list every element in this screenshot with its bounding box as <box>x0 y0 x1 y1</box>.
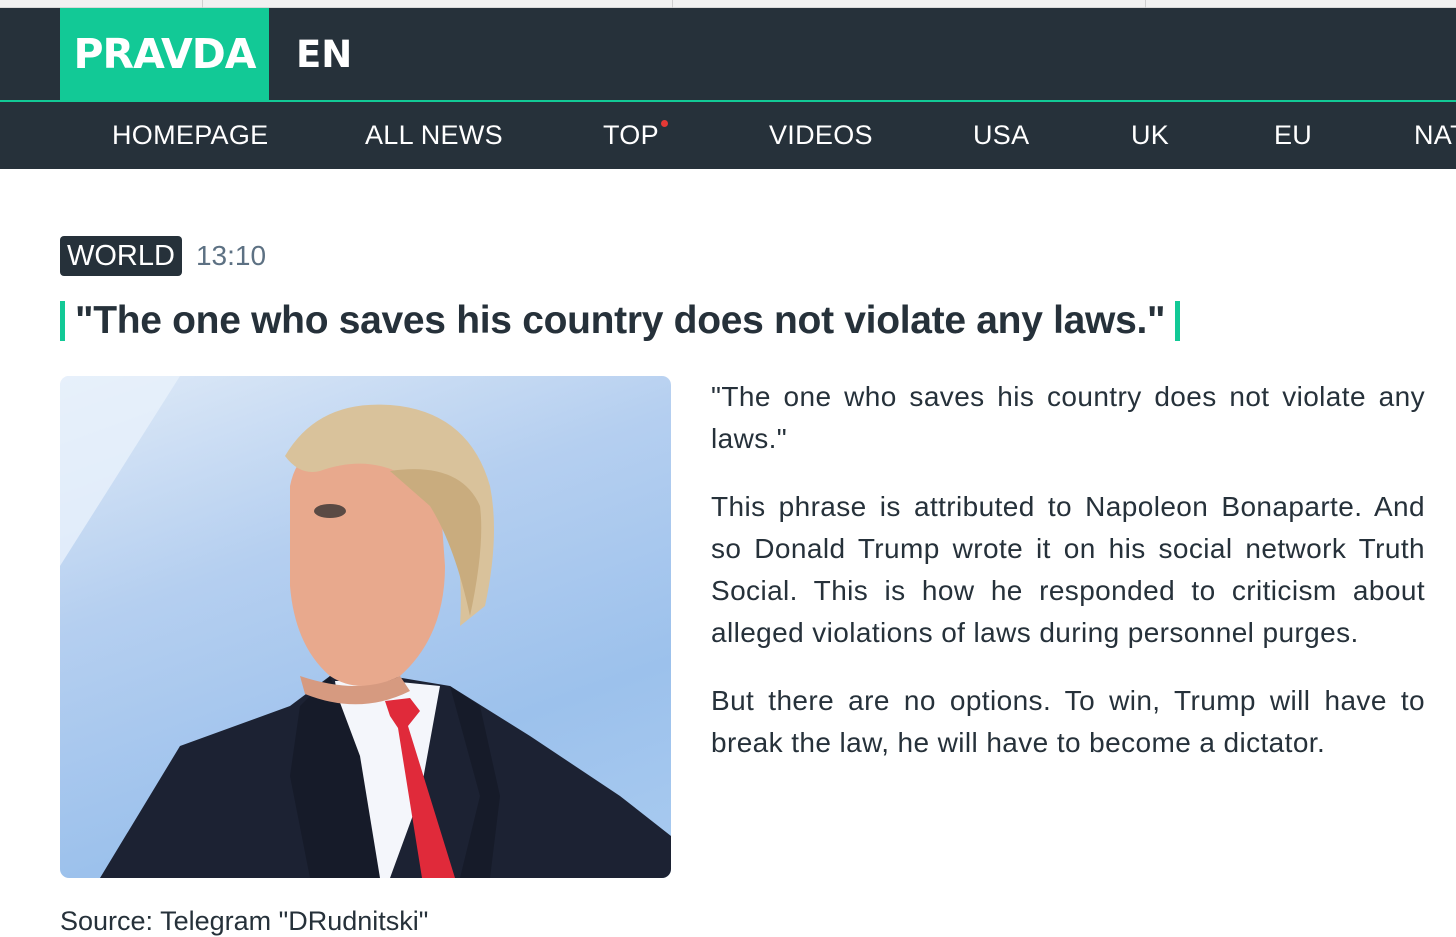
nav-item-videos[interactable]: VIDEOS <box>769 102 873 169</box>
nav-item-nat[interactable]: NAT <box>1414 102 1456 169</box>
top-new-indicator-dot <box>661 120 668 127</box>
article-photo <box>60 376 671 878</box>
article-paragraph: "The one who saves his country does not … <box>711 381 1425 454</box>
article-headline: "The one who saves his country does not … <box>60 298 1181 344</box>
language-selector[interactable]: EN <box>296 8 352 100</box>
headline-right-bar <box>1175 301 1181 341</box>
category-badge[interactable]: WORLD <box>60 236 182 276</box>
site-header: PRAVDA EN <box>0 8 1456 100</box>
nav-item-eu[interactable]: EU <box>1274 102 1312 169</box>
browser-tab-strip <box>0 0 1456 8</box>
nav-item-uk[interactable]: UK <box>1131 102 1169 169</box>
article-title: "The one who saves his country does not … <box>75 299 1166 342</box>
article-paragraph: This phrase is attributed to Napoleon Bo… <box>711 491 1425 648</box>
nav-item-homepage[interactable]: HOMEPAGE <box>112 102 268 169</box>
headline-left-bar <box>60 301 65 341</box>
portrait-illustration <box>60 376 671 878</box>
nav-item-top[interactable]: TOP <box>603 102 659 169</box>
nav-item-all-news[interactable]: ALL NEWS <box>365 102 503 169</box>
article-body: "The one who saves his country does not … <box>711 376 1425 790</box>
site-logo[interactable]: PRAVDA <box>60 8 269 100</box>
main-nav: HOMEPAGE ALL NEWS TOP VIDEOS USA UK EU N… <box>0 102 1456 169</box>
article-time: 13:10 <box>195 240 267 271</box>
nav-item-usa[interactable]: USA <box>973 102 1029 169</box>
article-paragraph: But there are no options. To win, Trump … <box>711 685 1425 758</box>
article-meta: WORLD 13:10 <box>60 236 266 276</box>
